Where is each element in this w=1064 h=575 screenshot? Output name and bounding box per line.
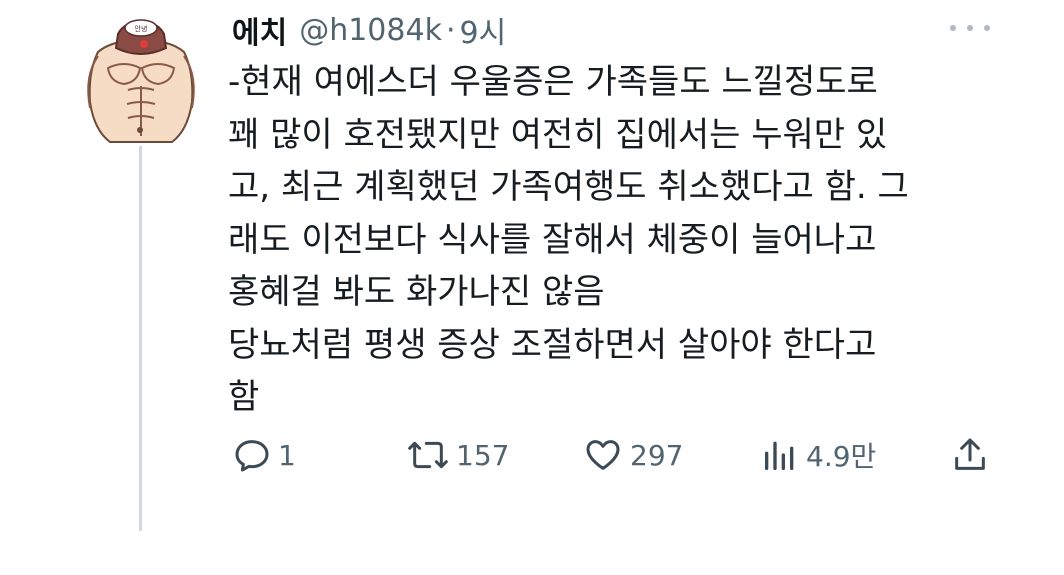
tweet-line: 래도 이전보다 식사를 잘해서 체중이 늘어나고 <box>228 219 877 260</box>
reply-count: 1 <box>278 438 296 472</box>
separator-dot: · <box>445 12 456 48</box>
views-icon <box>765 441 794 470</box>
reply-button[interactable]: 1 <box>232 430 296 480</box>
more-icon[interactable] <box>950 14 990 42</box>
author-name[interactable]: 에치 <box>232 8 287 52</box>
tweet-line: 꽤 많이 호전됐지만 여전히 집에서는 누워만 있 <box>228 114 888 155</box>
heart-icon <box>586 440 620 470</box>
share-icon <box>955 438 985 470</box>
tweet-text: -현재 여에스더 우울증은 가족들도 느낄정도로 꽤 많이 호전됐지만 여전히 … <box>228 56 1008 424</box>
tweet: 안녕 에치 @h1084k · 9시 -현재 여에스더 우울증은 가족들도 느낄… <box>0 0 1064 575</box>
like-count: 297 <box>630 438 684 472</box>
tweet-line: 홍혜걸 봐도 화가나진 않음 <box>228 272 605 312</box>
avatar[interactable]: 안녕 <box>80 12 202 146</box>
tweet-header: 에치 @h1084k · 9시 <box>232 8 506 52</box>
svg-text:안녕: 안녕 <box>135 24 148 33</box>
like-button[interactable]: 297 <box>582 430 683 480</box>
view-count: 4.9만 <box>806 440 877 473</box>
reply-icon <box>235 440 269 472</box>
tweet-time[interactable]: 9시 <box>459 8 506 52</box>
tweet-line: -현재 여에스더 우울증은 가족들도 느낄정도로 <box>228 62 878 102</box>
retweet-button[interactable]: 157 <box>406 430 509 480</box>
tweet-line: 고, 최근 계획했던 가족여행도 취소했다고 함. 그 <box>228 167 909 207</box>
avatar-image: 안녕 <box>87 19 195 143</box>
retweet-icon <box>408 441 448 469</box>
tweet-line: 함 <box>228 377 260 417</box>
retweet-count: 157 <box>456 438 510 472</box>
action-bar: 1 157 297 4.9만 <box>228 430 1008 480</box>
share-button[interactable] <box>950 430 990 480</box>
thread-line <box>139 146 142 531</box>
tweet-line: 당뇨처럼 평생 증상 조절하면서 살아야 한다고 <box>228 324 877 365</box>
views-button[interactable]: 4.9만 <box>760 430 876 480</box>
author-handle[interactable]: @h1084k <box>299 13 442 48</box>
